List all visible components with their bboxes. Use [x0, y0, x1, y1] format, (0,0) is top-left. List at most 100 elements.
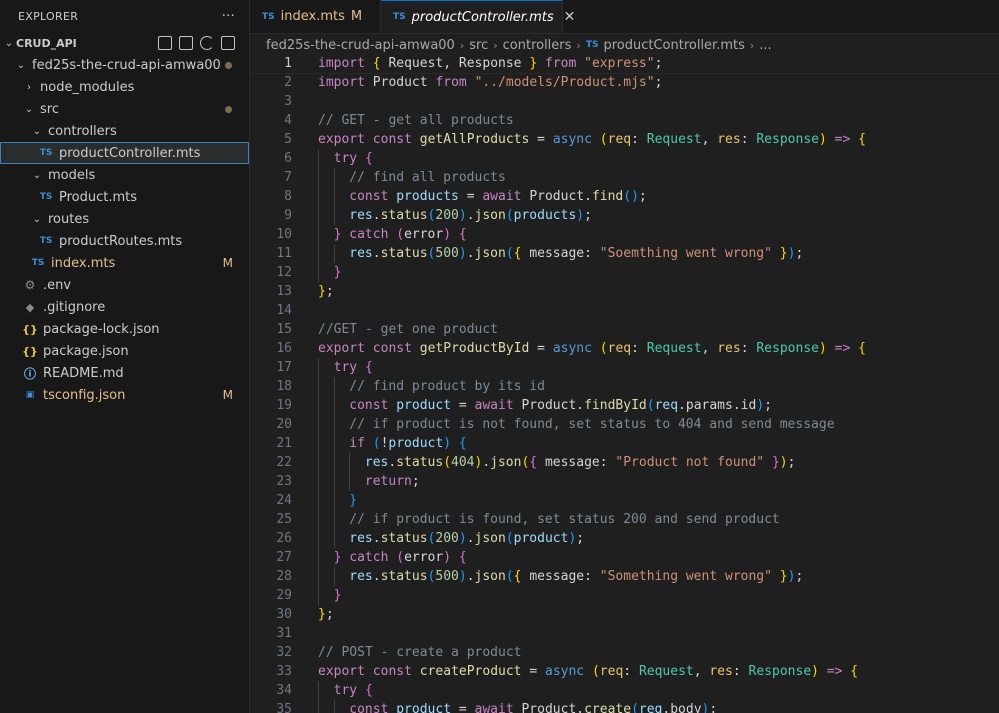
code-token: {: [364, 151, 373, 166]
line-number: 23: [276, 474, 292, 489]
code-line[interactable]: 14: [250, 301, 999, 320]
indent-guide: [318, 358, 319, 377]
code-token: ;: [654, 56, 663, 71]
code-token: await: [474, 702, 522, 713]
code-line[interactable]: 29}: [250, 586, 999, 605]
code-line[interactable]: 5 export const getAllProducts = async (re…: [250, 130, 999, 149]
workspace-root[interactable]: ⌄ CRUD_API: [0, 32, 249, 54]
code-line[interactable]: 4 // GET - get all products: [250, 111, 999, 130]
code-text: // find all products: [349, 168, 506, 187]
tree-item[interactable]: TS productRoutes.mts: [0, 230, 249, 252]
code-line[interactable]: 19 const product = await Product.findById…: [250, 396, 999, 415]
breadcrumb-item[interactable]: productController.mts: [603, 38, 744, 53]
indent-guide: [318, 244, 319, 263]
tree-item[interactable]: TS productController.mts: [0, 142, 249, 164]
code-token: "Soemthing went wrong": [599, 246, 772, 261]
code-line[interactable]: 11 res.status(500).json({ message: "Soemt…: [250, 244, 999, 263]
new-file-icon[interactable]: [158, 36, 172, 50]
breadcrumb-item[interactable]: fed25s-the-crud-api-amwa00: [266, 38, 455, 53]
code-line[interactable]: 6 try {: [250, 149, 999, 168]
new-folder-icon[interactable]: [179, 36, 193, 50]
code-token: {: [850, 664, 859, 679]
tree-item[interactable]: ⌄ fed25s-the-crud-api-amwa00: [0, 54, 249, 76]
code-line[interactable]: 35 const product = await Product.create(r…: [250, 700, 999, 713]
close-icon[interactable]: ✕: [564, 9, 576, 25]
code-token: (: [631, 702, 639, 713]
more-actions-icon[interactable]: ···: [222, 9, 235, 24]
code-token: try: [333, 151, 365, 166]
tree-item[interactable]: ⌄ src: [0, 98, 249, 120]
tree-item-label: README.md: [43, 365, 124, 381]
code-line[interactable]: 28 res.status(500).json({ message: "Somet…: [250, 567, 999, 586]
code-text: };: [318, 605, 334, 624]
collapse-all-icon[interactable]: [221, 36, 235, 50]
code-editor[interactable]: 1 import { Request, Response } from "expr…: [250, 54, 999, 713]
code-line[interactable]: 16 export const getProductById = async (r…: [250, 339, 999, 358]
code-token: body: [670, 702, 702, 713]
code-token: (: [599, 132, 608, 147]
code-line[interactable]: 8 const products = await Product.find();: [250, 187, 999, 206]
breadcrumb-item[interactable]: controllers: [503, 38, 572, 53]
typescript-file-icon: TS: [31, 258, 45, 268]
code-line[interactable]: 7 // find all products: [250, 168, 999, 187]
code-token: (: [505, 569, 514, 584]
tree-item[interactable]: ◆ .gitignore: [0, 296, 249, 318]
chevron-right-icon: ›: [493, 38, 498, 52]
chevron-right-icon: ›: [576, 38, 581, 52]
code-line[interactable]: 3: [250, 92, 999, 111]
code-line[interactable]: 20 // if product is not found, set status…: [250, 415, 999, 434]
indent-guide: [318, 453, 319, 472]
breadcrumb-item[interactable]: ...: [759, 38, 771, 53]
code-token: product: [388, 436, 444, 451]
code-line[interactable]: 22 res.status(404).json({ message: "Produ…: [250, 453, 999, 472]
code-line[interactable]: 17 try {: [250, 358, 999, 377]
tree-item[interactable]: ⌄ routes: [0, 208, 249, 230]
code-line[interactable]: 25 // if product is found, set status 200…: [250, 510, 999, 529]
code-text: const product = await Product.create(req…: [349, 700, 717, 713]
code-line[interactable]: 9 res.status(200).json(products);: [250, 206, 999, 225]
code-line[interactable]: 13};: [250, 282, 999, 301]
code-line[interactable]: 1 import { Request, Response } from "expr…: [250, 54, 999, 74]
tab[interactable]: TS index.mts M: [250, 0, 381, 33]
code-line[interactable]: 10} catch (error) {: [250, 225, 999, 244]
breadcrumb-item[interactable]: src: [469, 38, 488, 53]
code-line[interactable]: 21 if (!product) {: [250, 434, 999, 453]
tree-item[interactable]: TS index.mts M: [0, 252, 249, 274]
tree-item[interactable]: › node_modules: [0, 76, 249, 98]
line-number: 11: [276, 246, 292, 261]
code-line[interactable]: 26 res.status(200).json(product);: [250, 529, 999, 548]
tree-item[interactable]: ▣ tsconfig.json M: [0, 384, 249, 406]
code-line[interactable]: 2 import Product from "../models/Product.…: [250, 73, 999, 92]
tree-item[interactable]: {} package.json: [0, 340, 249, 362]
code-line[interactable]: 23 return;: [250, 472, 999, 491]
code-token: =: [458, 702, 475, 713]
code-token: .: [466, 531, 475, 546]
code-token: json: [474, 531, 506, 546]
tree-item[interactable]: TS Product.mts: [0, 186, 249, 208]
code-line[interactable]: 32 // POST - create a product: [250, 643, 999, 662]
tree-item[interactable]: {} package-lock.json: [0, 318, 249, 340]
code-token: status: [396, 455, 444, 470]
tree-item[interactable]: ⌄ controllers: [0, 120, 249, 142]
code-token: product: [513, 531, 569, 546]
code-line[interactable]: 18 // find product by its id: [250, 377, 999, 396]
tree-item[interactable]: ⓘ README.md: [0, 362, 249, 384]
tree-item[interactable]: ⚙ .env: [0, 274, 249, 296]
code-line[interactable]: 27} catch (error) {: [250, 548, 999, 567]
tree-item[interactable]: ⌄ models: [0, 164, 249, 186]
code-line[interactable]: 24}: [250, 491, 999, 510]
code-line[interactable]: 34 try {: [250, 681, 999, 700]
code-token: ): [443, 227, 459, 242]
indent-guide: [318, 681, 319, 700]
tab-active[interactable]: TS productController.mts ✕: [381, 0, 575, 33]
indent-guide: [333, 567, 335, 586]
indent-guide: [318, 206, 319, 225]
code-line[interactable]: 30};: [250, 605, 999, 624]
code-line[interactable]: 15 //GET - get one product: [250, 320, 999, 339]
refresh-icon[interactable]: [200, 36, 214, 50]
code-line[interactable]: 31: [250, 624, 999, 643]
code-token: "Something went wrong": [599, 569, 772, 584]
code-line[interactable]: 33 export const createProduct = async (re…: [250, 662, 999, 681]
code-token: {: [458, 227, 467, 242]
code-line[interactable]: 12}: [250, 263, 999, 282]
